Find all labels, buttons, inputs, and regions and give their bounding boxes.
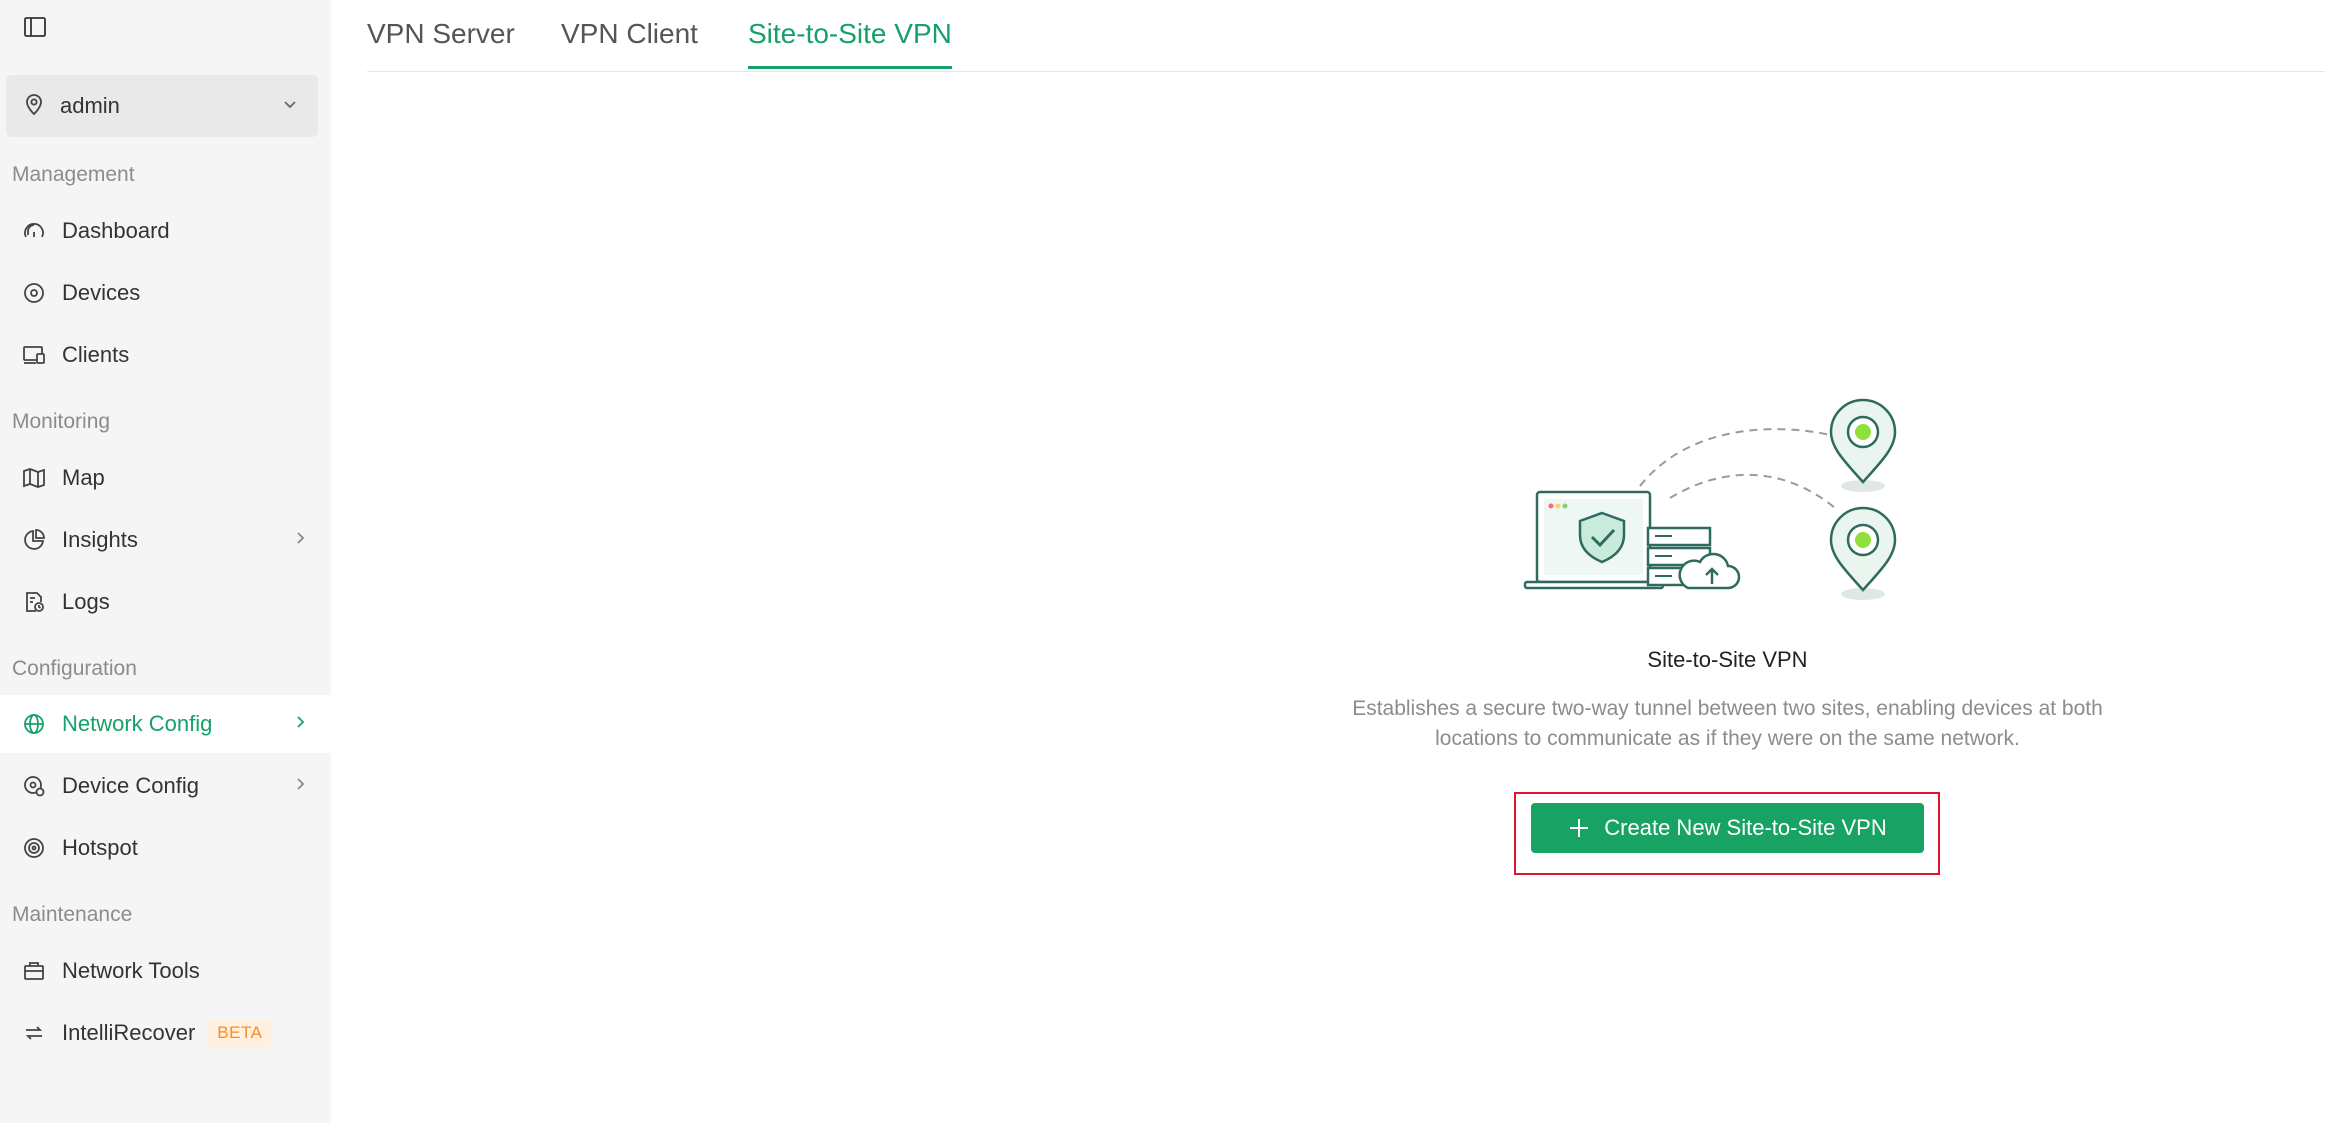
site-selector-label: admin bbox=[60, 93, 120, 118]
plus-icon bbox=[1568, 817, 1590, 839]
location-pin-icon bbox=[22, 92, 46, 121]
chevron-down-icon bbox=[280, 94, 300, 119]
sidebar-item-label: Network Config bbox=[62, 711, 213, 736]
sidebar-item-intellirecover[interactable]: IntelliRecover BETA bbox=[0, 1004, 331, 1062]
tab-vpn-server[interactable]: VPN Server bbox=[367, 18, 515, 66]
toolbox-icon bbox=[20, 957, 48, 985]
sidebar-item-device-config[interactable]: Device Config bbox=[0, 757, 331, 815]
sidebar-item-map[interactable]: Map bbox=[0, 449, 331, 507]
pie-chart-icon bbox=[20, 526, 48, 554]
beta-badge: BETA bbox=[207, 1019, 273, 1047]
site-to-site-vpn-illustration bbox=[1520, 398, 1935, 608]
globe-icon bbox=[20, 710, 48, 738]
sidebar-item-label: IntelliRecover bbox=[62, 1020, 196, 1045]
logs-icon bbox=[20, 588, 48, 616]
sidebar-item-dashboard[interactable]: Dashboard bbox=[0, 202, 331, 260]
sidebar-item-insights[interactable]: Insights bbox=[0, 511, 331, 569]
empty-state-description-line-2: locations to communicate as if they were… bbox=[1435, 727, 2020, 750]
create-site-to-site-vpn-button[interactable]: Create New Site-to-Site VPN bbox=[1531, 803, 1924, 853]
empty-state-description-line-1: Establishes a secure two-way tunnel betw… bbox=[1352, 697, 2103, 720]
sidebar-item-label: Map bbox=[62, 465, 105, 490]
sidebar-item-network-config[interactable]: Network Config bbox=[0, 695, 331, 753]
map-icon bbox=[20, 464, 48, 492]
sidebar-item-label: Network Tools bbox=[62, 958, 200, 983]
create-button-label: Create New Site-to-Site VPN bbox=[1604, 815, 1887, 840]
sidebar-item-label: Logs bbox=[62, 589, 110, 614]
hotspot-icon bbox=[20, 834, 48, 862]
sidebar-toggle-icon[interactable] bbox=[22, 14, 48, 40]
section-title-maintenance: Maintenance bbox=[12, 903, 133, 926]
sidebar-item-clients[interactable]: Clients bbox=[0, 326, 331, 384]
tab-vpn-client[interactable]: VPN Client bbox=[561, 18, 698, 66]
sidebar-item-label: Insights bbox=[62, 527, 138, 552]
section-title-monitoring: Monitoring bbox=[12, 410, 111, 433]
clients-icon bbox=[20, 341, 48, 369]
section-title-management: Management bbox=[12, 163, 135, 186]
sidebar-item-label: Dashboard bbox=[62, 218, 170, 243]
dashboard-gauge-icon bbox=[20, 217, 48, 245]
sidebar-item-devices[interactable]: Devices bbox=[0, 264, 331, 322]
tab-site-to-site-vpn[interactable]: Site-to-Site VPN bbox=[748, 18, 952, 69]
sidebar-item-label: Clients bbox=[62, 342, 130, 367]
sync-arrows-icon bbox=[20, 1019, 48, 1047]
sidebar-item-label: Devices bbox=[62, 280, 141, 305]
vpn-tabs: VPN Server VPN Client Site-to-Site VPN bbox=[367, 0, 2325, 72]
chevron-right-icon bbox=[291, 713, 309, 736]
sidebar-item-label: Hotspot bbox=[62, 835, 138, 860]
chevron-right-icon bbox=[291, 529, 309, 552]
empty-state-title: Site-to-Site VPN bbox=[1647, 647, 1808, 672]
sidebar-item-network-tools[interactable]: Network Tools bbox=[0, 942, 331, 1000]
section-title-configuration: Configuration bbox=[12, 657, 137, 680]
sidebar-item-logs[interactable]: Logs bbox=[0, 573, 331, 631]
sidebar-item-label: Device Config bbox=[62, 773, 199, 798]
sidebar: admin Management Dashboard Devices Clien… bbox=[0, 0, 331, 1123]
device-config-icon bbox=[20, 772, 48, 800]
sidebar-item-hotspot[interactable]: Hotspot bbox=[0, 819, 331, 877]
empty-state-description: Establishes a secure two-way tunnel betw… bbox=[1300, 694, 2155, 754]
chevron-right-icon bbox=[291, 775, 309, 798]
site-selector[interactable]: admin bbox=[6, 75, 318, 137]
devices-icon bbox=[20, 279, 48, 307]
